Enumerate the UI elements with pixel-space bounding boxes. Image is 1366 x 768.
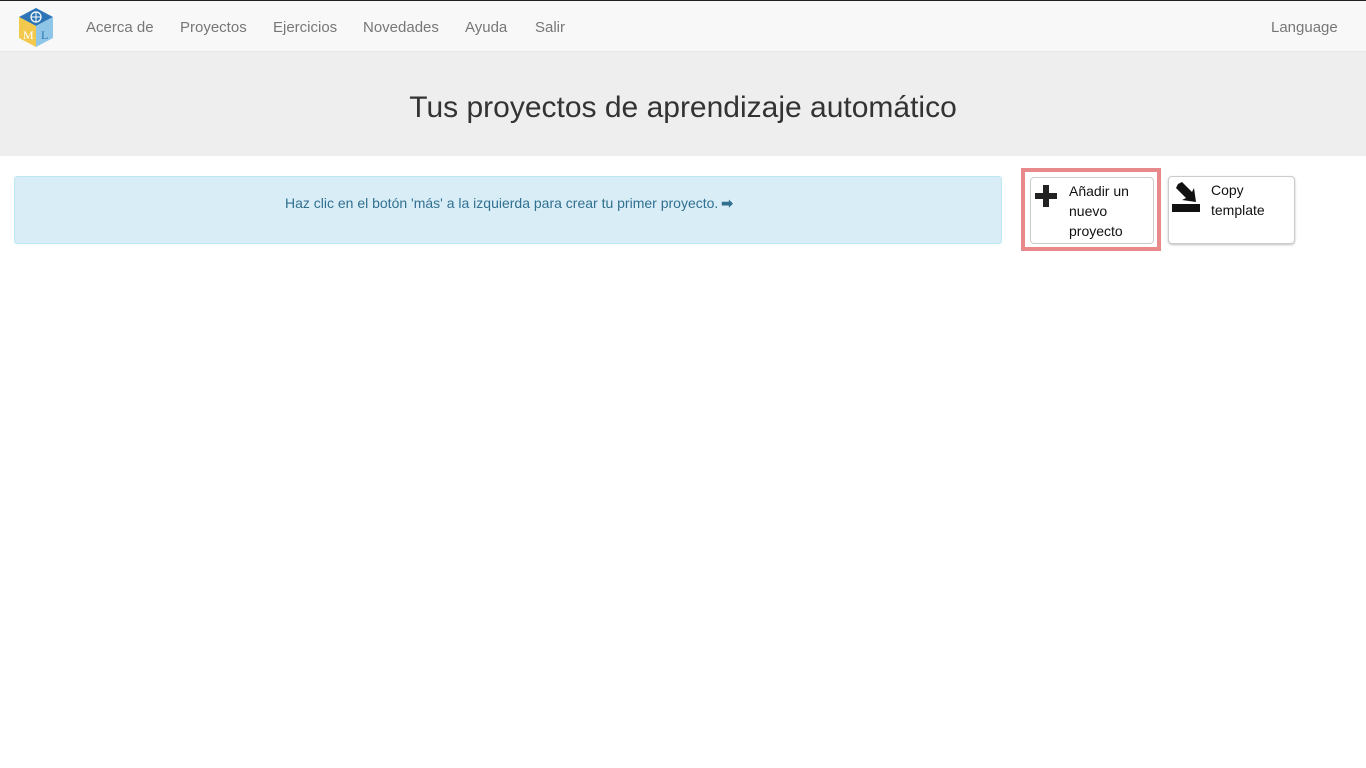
arrow-right-icon: ➡ bbox=[721, 195, 734, 211]
add-project-button[interactable]: Añadir un nuevo proyecto bbox=[1030, 177, 1154, 244]
logo-letter-m: M bbox=[23, 28, 34, 42]
add-project-label: Añadir un nuevo proyecto bbox=[1069, 183, 1129, 239]
nav-link-acerca-de[interactable]: Acerca de bbox=[86, 19, 154, 36]
logo-letter-l: L bbox=[41, 28, 48, 42]
nav-link-proyectos[interactable]: Proyectos bbox=[180, 19, 247, 36]
nav-link-ayuda[interactable]: Ayuda bbox=[465, 19, 507, 36]
language-menu[interactable]: Language bbox=[1271, 19, 1338, 36]
info-alert: Haz clic en el botón 'más' a la izquierd… bbox=[14, 176, 1002, 244]
top-navbar: M L Acerca de Proyectos Ejercicios Noved… bbox=[0, 0, 1366, 52]
import-icon bbox=[1172, 182, 1200, 212]
copy-template-button[interactable]: Copy template bbox=[1168, 176, 1295, 244]
copy-template-label: Copy template bbox=[1211, 182, 1265, 218]
ml-logo-icon[interactable]: M L bbox=[18, 8, 54, 48]
page-title: Tus proyectos de aprendizaje automático bbox=[409, 91, 957, 124]
alert-message: Haz clic en el botón 'más' a la izquierd… bbox=[284, 195, 719, 211]
nav-link-ejercicios[interactable]: Ejercicios bbox=[273, 19, 337, 36]
nav-link-salir[interactable]: Salir bbox=[535, 19, 565, 36]
plus-icon bbox=[1035, 185, 1057, 207]
nav-link-novedades[interactable]: Novedades bbox=[363, 19, 439, 36]
